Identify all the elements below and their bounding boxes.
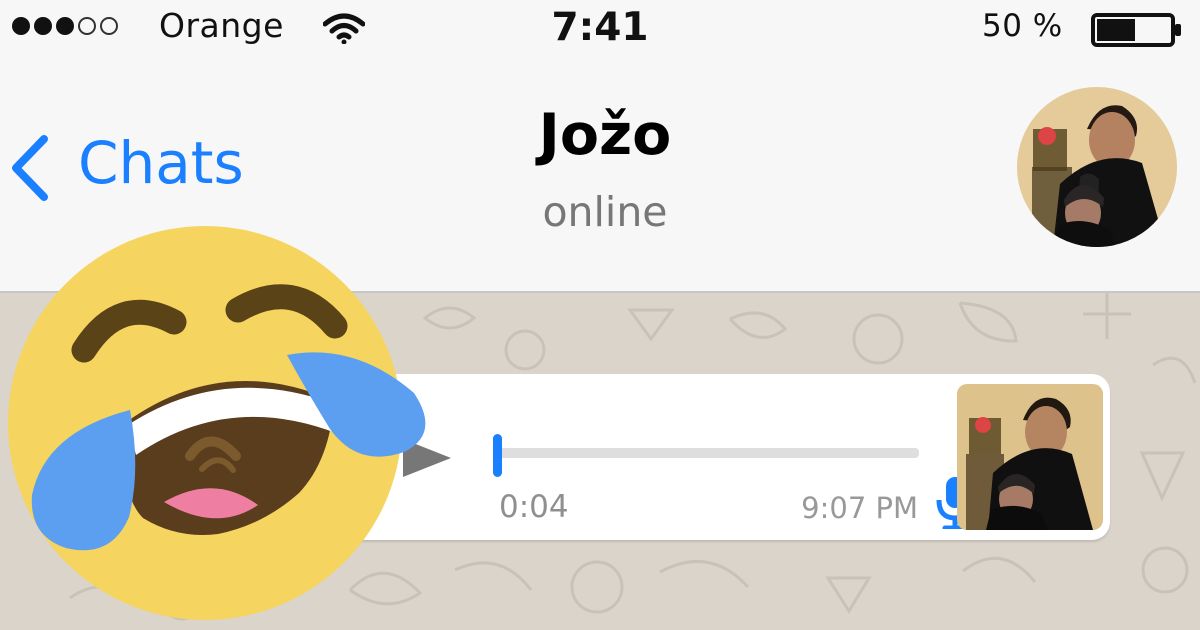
chat-message-area: 0:04 9:07 PM bbox=[0, 293, 1200, 630]
contact-photo bbox=[1017, 87, 1177, 247]
voice-duration: 0:04 bbox=[499, 489, 569, 525]
play-icon[interactable] bbox=[398, 434, 454, 482]
voice-message-bubble[interactable]: 0:04 9:07 PM bbox=[325, 374, 1110, 540]
message-time: 9:07 PM bbox=[801, 491, 918, 525]
signal-dot-filled bbox=[12, 17, 30, 35]
voice-progress-track[interactable] bbox=[493, 448, 919, 458]
sender-avatar[interactable] bbox=[957, 384, 1103, 530]
back-to-chats-button[interactable]: Chats bbox=[0, 122, 250, 212]
status-bar: Orange 7:41 50 % bbox=[0, 0, 1200, 62]
chat-header: Chats Jožo online bbox=[0, 62, 1200, 293]
status-time: 7:41 bbox=[551, 5, 649, 50]
battery-icon bbox=[1091, 13, 1181, 47]
signal-dot-filled bbox=[56, 17, 74, 35]
signal-dot-empty bbox=[100, 17, 118, 35]
back-button-label: Chats bbox=[78, 129, 244, 197]
signal-dot-filled bbox=[34, 17, 52, 35]
cellular-signal-icon bbox=[12, 17, 144, 39]
contact-status: online bbox=[542, 188, 668, 236]
wifi-icon bbox=[323, 13, 365, 44]
battery-percent: 50 % bbox=[982, 8, 1063, 44]
voice-playhead[interactable] bbox=[493, 434, 502, 477]
contact-avatar[interactable] bbox=[1017, 87, 1177, 247]
signal-dot-empty bbox=[78, 17, 96, 35]
carrier-name: Orange bbox=[159, 6, 284, 45]
whatsapp-chat-screen: Orange 7:41 50 % Chats Jožo online 0:04 … bbox=[0, 0, 1200, 630]
chevron-left-icon bbox=[12, 135, 48, 201]
sender-photo-image bbox=[957, 384, 1103, 530]
contact-name[interactable]: Jožo bbox=[480, 102, 730, 168]
